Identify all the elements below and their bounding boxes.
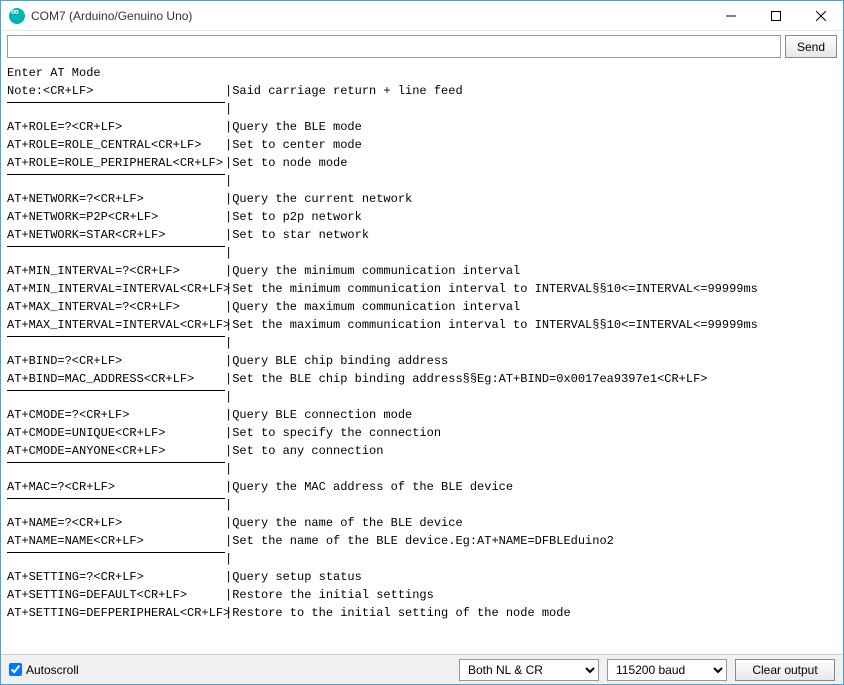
send-button[interactable]: Send (785, 35, 837, 58)
output-command: AT+SETTING=DEFPERIPHERAL<CR+LF> (7, 604, 225, 622)
output-line: AT+ROLE=?<CR+LF>|Query the BLE mode (7, 118, 837, 136)
line-ending-select[interactable]: Both NL & CR (459, 659, 599, 681)
output-command: AT+CMODE=ANYONE<CR+LF> (7, 442, 225, 460)
output-line: AT+NAME=?<CR+LF>|Query the name of the B… (7, 514, 837, 532)
output-description: |Set the minimum communication interval … (225, 280, 758, 298)
output-separator: | (7, 100, 837, 118)
output-description: |Restore the initial settings (225, 586, 434, 604)
output-line: AT+NETWORK=P2P<CR+LF>|Set to p2p network (7, 208, 837, 226)
output-description: |Query BLE connection mode (225, 406, 412, 424)
output-separator: | (7, 244, 837, 262)
output-command: AT+CMODE=?<CR+LF> (7, 406, 225, 424)
output-command: AT+NAME=?<CR+LF> (7, 514, 225, 532)
output-description: |Restore to the initial setting of the n… (225, 604, 571, 622)
output-line: AT+CMODE=ANYONE<CR+LF>|Set to any connec… (7, 442, 837, 460)
autoscroll-label[interactable]: Autoscroll (9, 663, 79, 677)
output-command: AT+SETTING=DEFAULT<CR+LF> (7, 586, 225, 604)
output-line: AT+MAX_INTERVAL=INTERVAL<CR+LF>|Set the … (7, 316, 837, 334)
output-description: |Set to p2p network (225, 208, 362, 226)
output-line: AT+CMODE=UNIQUE<CR+LF>|Set to specify th… (7, 424, 837, 442)
output-description: |Set the name of the BLE device.Eg:AT+NA… (225, 532, 614, 550)
window-buttons (708, 1, 843, 30)
output-line: AT+SETTING=DEFPERIPHERAL<CR+LF>|Restore … (7, 604, 837, 622)
output-line: AT+SETTING=DEFAULT<CR+LF>|Restore the in… (7, 586, 837, 604)
output-description: |Set to center mode (225, 136, 362, 154)
output-command: AT+MAC=?<CR+LF> (7, 478, 225, 496)
output-line: AT+NETWORK=?<CR+LF>|Query the current ne… (7, 190, 837, 208)
output-command: AT+ROLE=?<CR+LF> (7, 118, 225, 136)
output-line: AT+NAME=NAME<CR+LF>|Set the name of the … (7, 532, 837, 550)
close-button[interactable] (798, 1, 843, 30)
output-description: |Set to node mode (225, 154, 347, 172)
maximize-button[interactable] (753, 1, 798, 30)
input-row: Send (1, 31, 843, 62)
autoscroll-text: Autoscroll (26, 663, 79, 677)
output-command: AT+BIND=?<CR+LF> (7, 352, 225, 370)
output-description: |Set to specify the connection (225, 424, 441, 442)
output-description: |Set the maximum communication interval … (225, 316, 758, 334)
titlebar: COM7 (Arduino/Genuino Uno) (1, 1, 843, 31)
output-separator: | (7, 460, 837, 478)
command-input[interactable] (7, 35, 781, 58)
bottom-bar: Autoscroll Both NL & CR 115200 baud Clea… (1, 654, 843, 684)
output-command: AT+ROLE=ROLE_PERIPHERAL<CR+LF> (7, 154, 225, 172)
output-command: AT+MAX_INTERVAL=INTERVAL<CR+LF> (7, 316, 225, 334)
output-command: AT+NETWORK=STAR<CR+LF> (7, 226, 225, 244)
output-line: AT+CMODE=?<CR+LF>|Query BLE connection m… (7, 406, 837, 424)
output-command: AT+ROLE=ROLE_CENTRAL<CR+LF> (7, 136, 225, 154)
output-command: AT+MAX_INTERVAL=?<CR+LF> (7, 298, 225, 316)
output-description: |Query the minimum communication interva… (225, 262, 520, 280)
output-description: |Set to any connection (225, 442, 383, 460)
output-command: AT+MIN_INTERVAL=?<CR+LF> (7, 262, 225, 280)
output-line: AT+MIN_INTERVAL=?<CR+LF>|Query the minim… (7, 262, 837, 280)
output-line: AT+ROLE=ROLE_CENTRAL<CR+LF>|Set to cente… (7, 136, 837, 154)
output-line: AT+MIN_INTERVAL=INTERVAL<CR+LF>|Set the … (7, 280, 837, 298)
output-command: AT+NAME=NAME<CR+LF> (7, 532, 225, 550)
output-line: AT+SETTING=?<CR+LF>|Query setup status (7, 568, 837, 586)
output-command: Note:<CR+LF> (7, 82, 225, 100)
output-description: |Query the BLE mode (225, 118, 362, 136)
output-line: AT+NETWORK=STAR<CR+LF>|Set to star netwo… (7, 226, 837, 244)
output-command: AT+NETWORK=?<CR+LF> (7, 190, 225, 208)
output-description: |Query the maximum communication interva… (225, 298, 520, 316)
output-command: AT+SETTING=?<CR+LF> (7, 568, 225, 586)
output-separator: | (7, 388, 837, 406)
output-line: Note:<CR+LF>|Said carriage return + line… (7, 82, 837, 100)
output-description: |Set the BLE chip binding address§§Eg:AT… (225, 370, 707, 388)
output-line: AT+MAX_INTERVAL=?<CR+LF>|Query the maxim… (7, 298, 837, 316)
arduino-icon (9, 8, 25, 24)
output-command: AT+NETWORK=P2P<CR+LF> (7, 208, 225, 226)
output-description: |Query the current network (225, 190, 412, 208)
output-separator: | (7, 334, 837, 352)
serial-output[interactable]: Enter AT ModeNote:<CR+LF>|Said carriage … (1, 62, 843, 654)
output-line: AT+ROLE=ROLE_PERIPHERAL<CR+LF>|Set to no… (7, 154, 837, 172)
output-line: AT+BIND=?<CR+LF>|Query BLE chip binding … (7, 352, 837, 370)
output-description: |Said carriage return + line feed (225, 82, 463, 100)
output-description: |Query setup status (225, 568, 362, 586)
output-description: |Query the MAC address of the BLE device (225, 478, 513, 496)
autoscroll-checkbox[interactable] (9, 663, 22, 676)
output-command: AT+CMODE=UNIQUE<CR+LF> (7, 424, 225, 442)
output-intro: Enter AT Mode (7, 64, 837, 82)
output-command: AT+BIND=MAC_ADDRESS<CR+LF> (7, 370, 225, 388)
output-line: AT+MAC=?<CR+LF>|Query the MAC address of… (7, 478, 837, 496)
clear-output-button[interactable]: Clear output (735, 659, 835, 681)
output-separator: | (7, 496, 837, 514)
minimize-button[interactable] (708, 1, 753, 30)
output-separator: | (7, 172, 837, 190)
output-description: |Set to star network (225, 226, 369, 244)
output-command: AT+MIN_INTERVAL=INTERVAL<CR+LF> (7, 280, 225, 298)
output-separator: | (7, 550, 837, 568)
output-line: AT+BIND=MAC_ADDRESS<CR+LF>|Set the BLE c… (7, 370, 837, 388)
baud-select[interactable]: 115200 baud (607, 659, 727, 681)
window-title: COM7 (Arduino/Genuino Uno) (31, 9, 708, 23)
output-description: |Query BLE chip binding address (225, 352, 448, 370)
output-description: |Query the name of the BLE device (225, 514, 463, 532)
